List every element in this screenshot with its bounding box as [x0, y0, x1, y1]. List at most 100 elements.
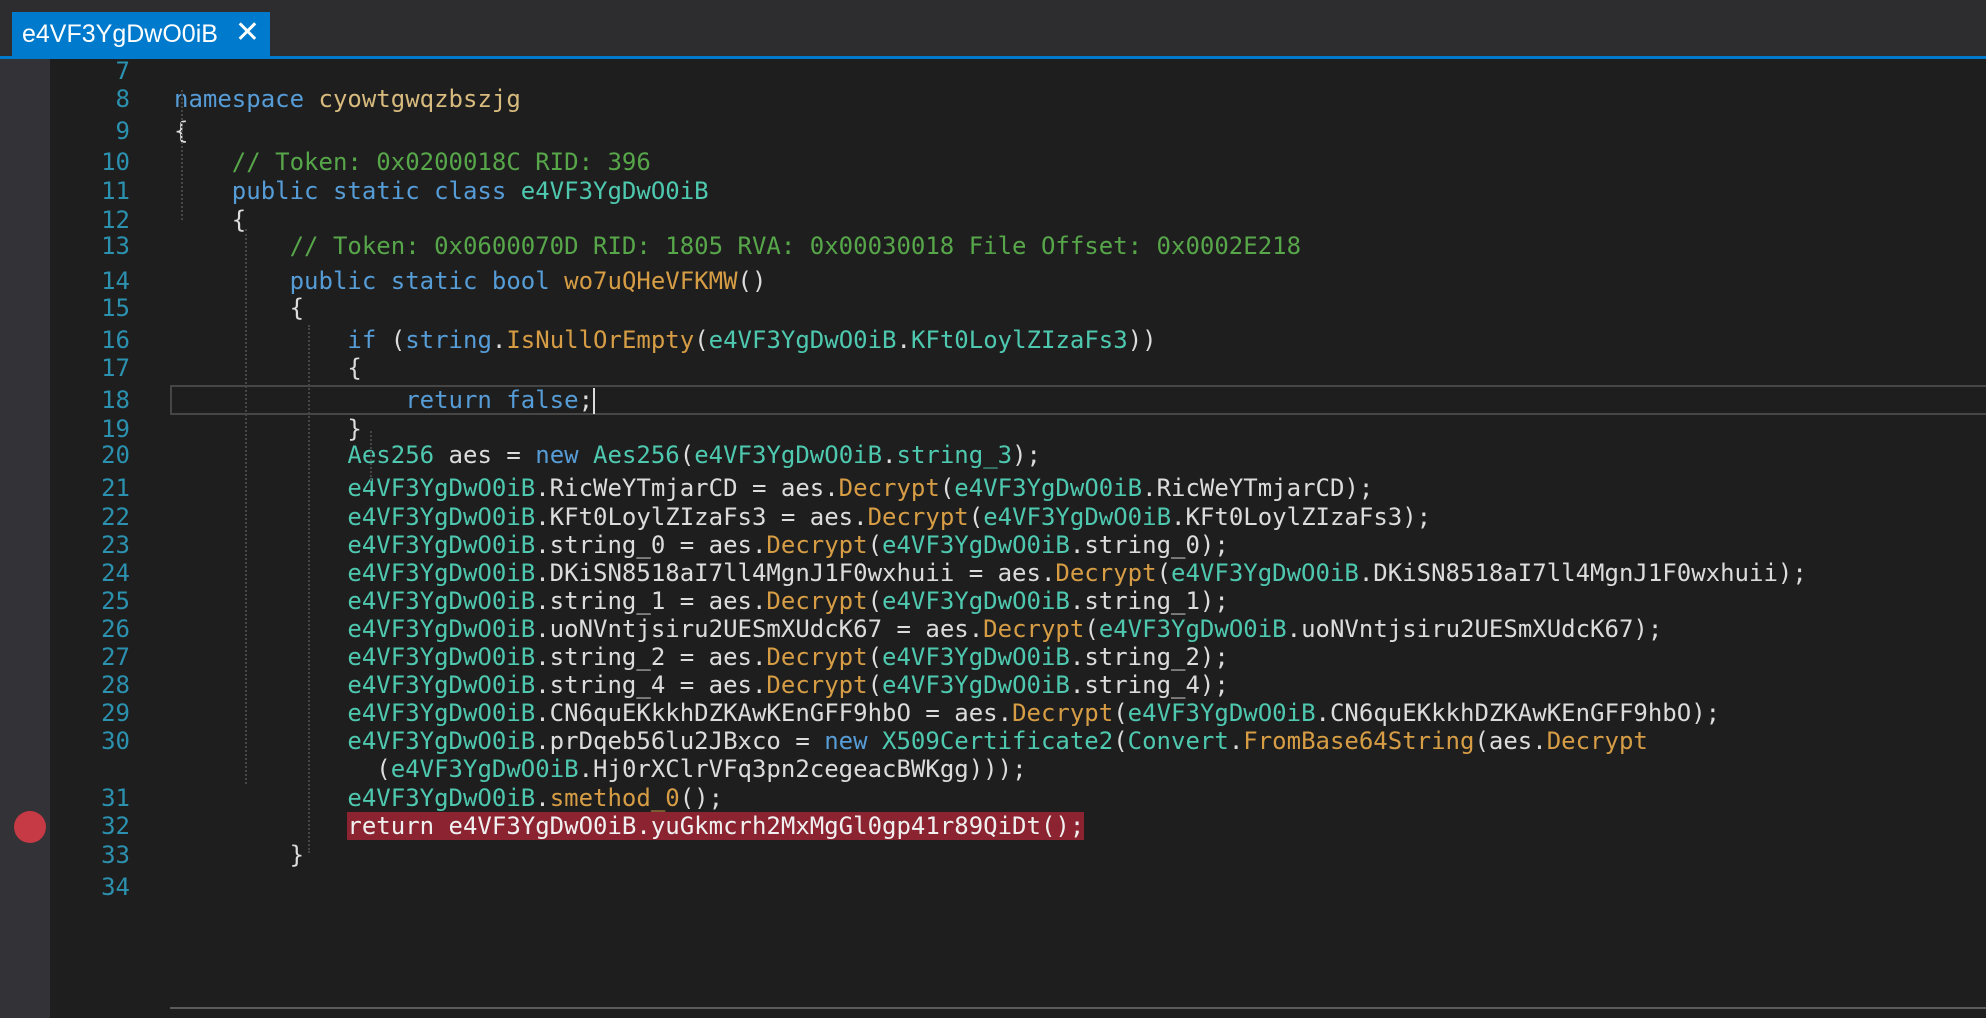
code-line[interactable]: e4VF3YgDwO0iB.uoNVntjsiru2UESmXUdcK67 = … [174, 614, 1662, 644]
code-token: e4VF3YgDwO0iB [882, 671, 1070, 699]
code-token: ( [174, 755, 391, 783]
close-icon[interactable]: ✕ [235, 18, 260, 48]
tab-e4vf3ygdwo0ib[interactable]: e4VF3YgDwO0iB ✕ [12, 12, 270, 56]
document-tab-bar: e4VF3YgDwO0iB ✕ [0, 0, 1986, 59]
code-token: e4VF3YgDwO0iB [1098, 615, 1287, 643]
code-token: .Hj0rXClrVFq3pn2cegeacBWKgg))); [578, 755, 1027, 783]
code-token: Decrypt [766, 671, 868, 699]
code-token: e4VF3YgDwO0iB [983, 503, 1172, 531]
code-editor[interactable]: 7 8 namespace cyowtgwqzbszjg 9 {10 // Token:… [0, 59, 1986, 1018]
code-line[interactable]: e4VF3YgDwO0iB.string_1 = aes.Decrypt(e4V… [174, 586, 1228, 616]
code-token: Decrypt [766, 643, 868, 671]
code-token: e4VF3YgDwO0iB [347, 587, 536, 615]
code-token: ( [390, 326, 406, 354]
breakpoint-icon[interactable] [14, 811, 46, 843]
breakpoint-highlight: return e4VF3YgDwO0iB.yuGkmcrh2MxMgGl0gp4… [347, 812, 1085, 840]
line-number: 8 [115, 85, 130, 113]
code-token: public static class [231, 177, 521, 205]
code-token: e4VF3YgDwO0iB [347, 503, 536, 531]
line-number: 14 [101, 267, 130, 295]
code-token: aes = [434, 441, 536, 469]
code-line[interactable]: return false; [174, 385, 596, 415]
code-token: .string_1 = aes. [535, 587, 767, 615]
code-line[interactable]: if (string.IsNullOrEmpty(e4VF3YgDwO0iB.K… [174, 325, 1156, 355]
code-token: ( [867, 587, 883, 615]
code-token: .CN6quEKkkhDZKAwKEnGFF9hbO = aes. [535, 699, 1013, 727]
code-token: ); [1012, 441, 1041, 469]
line-number: 9 [115, 117, 130, 145]
code-token: e4VF3YgDwO0iB [347, 615, 536, 643]
line-number: 13 [101, 232, 130, 260]
code-token: ( [1156, 559, 1172, 587]
code-token: return false [405, 386, 579, 414]
code-token: ( [867, 531, 883, 559]
code-line[interactable]: e4VF3YgDwO0iB.DKiSN8518aI7ll4MgnJ1F0wxhu… [174, 558, 1806, 588]
code-line[interactable]: (e4VF3YgDwO0iB.Hj0rXClrVFq3pn2cegeacBWKg… [174, 754, 1027, 784]
code-token: . [1228, 727, 1244, 755]
code-token: (); [679, 784, 724, 812]
code-token: .RicWeYTmjarCD = aes. [535, 474, 839, 502]
code-token: .uoNVntjsiru2UESmXUdcK67 = aes. [535, 615, 984, 643]
code-line[interactable]: e4VF3YgDwO0iB.KFt0LoylZIzaFs3 = aes.Decr… [174, 502, 1431, 532]
code-token: e4VF3YgDwO0iB [347, 559, 536, 587]
code-token: . [896, 326, 911, 354]
code-token: KFt0LoylZIzaFs3 [910, 326, 1128, 354]
code-line[interactable]: public static class e4VF3YgDwO0iB [174, 176, 709, 206]
code-line[interactable]: { [174, 353, 362, 383]
code-line[interactable]: e4VF3YgDwO0iB.CN6quEKkkhDZKAwKEnGFF9hbO … [174, 698, 1720, 728]
code-token: .string_2 = aes. [535, 643, 767, 671]
line-number: 11 [101, 177, 130, 205]
code-token: .string_0); [1069, 531, 1229, 559]
line-number: 7 [115, 59, 130, 85]
code-line[interactable]: e4VF3YgDwO0iB.string_4 = aes.Decrypt(e4V… [174, 670, 1228, 700]
code-token: e4VF3YgDwO0iB [882, 531, 1070, 559]
line-number: 29 [101, 699, 130, 727]
code-token: Decrypt [1012, 699, 1114, 727]
code-line[interactable]: public static bool wo7uQHeVFKMW() [174, 266, 767, 296]
code-token: ( [939, 474, 955, 502]
code-line[interactable]: e4VF3YgDwO0iB.string_2 = aes.Decrypt(e4V… [174, 642, 1229, 672]
code-line[interactable]: e4VF3YgDwO0iB.prDqeb56lu2JBxco = new X50… [174, 726, 1647, 756]
code-token: Aes256 [593, 441, 680, 469]
code-token: { [174, 354, 362, 382]
code-token: Decrypt [1055, 559, 1157, 587]
code-token: Convert [1127, 727, 1229, 755]
line-number: 34 [101, 873, 130, 901]
code-token: e4VF3YgDwO0iB [347, 671, 536, 699]
line-number: 23 [101, 531, 130, 559]
text-caret [593, 388, 596, 414]
line-number: 20 [101, 441, 130, 469]
code-token: .KFt0LoylZIzaFs3); [1171, 503, 1432, 531]
code-token: .KFt0LoylZIzaFs3 = aes. [535, 503, 868, 531]
line-number: 15 [101, 294, 130, 322]
code-token: .string_2); [1069, 643, 1229, 671]
code-token: .DKiSN8518aI7ll4MgnJ1F0wxhuii = aes. [535, 559, 1056, 587]
code-token: ( [968, 503, 984, 531]
code-line[interactable]: e4VF3YgDwO0iB.string_0 = aes.Decrypt(e4V… [174, 530, 1229, 560]
code-token: cyowtgwqzbszjg [318, 85, 521, 113]
breakpoint-margin[interactable] [0, 59, 50, 1018]
code-token: namespace [174, 85, 319, 113]
tab-title: e4VF3YgDwO0iB [22, 19, 218, 48]
code-token: Decrypt [983, 615, 1085, 643]
code-token: Decrypt [867, 503, 969, 531]
indent-guide [181, 90, 183, 220]
code-token: .string_0 = aes. [535, 531, 767, 559]
code-line[interactable]: { [174, 293, 304, 323]
code-token: ; [578, 386, 594, 414]
code-line[interactable]: } [174, 840, 304, 870]
code-line[interactable]: Aes256 aes = new Aes256(e4VF3YgDwO0iB.st… [174, 440, 1041, 470]
code-line[interactable]: e4VF3YgDwO0iB.smethod_0(); [174, 783, 723, 813]
code-line[interactable]: namespace cyowtgwqzbszjg [174, 84, 521, 114]
line-number: 27 [101, 643, 130, 671]
code-token: e4VF3YgDwO0iB [520, 177, 709, 205]
code-line[interactable]: e4VF3YgDwO0iB.RicWeYTmjarCD = aes.Decryp… [174, 473, 1373, 503]
code-line[interactable]: // Token: 0x0200018C RID: 396 [174, 147, 651, 177]
code-line[interactable]: // Token: 0x0600070D RID: 1805 RVA: 0x00… [174, 231, 1301, 261]
code-line[interactable]: return e4VF3YgDwO0iB.yuGkmcrh2MxMgGl0gp4… [174, 811, 1085, 841]
